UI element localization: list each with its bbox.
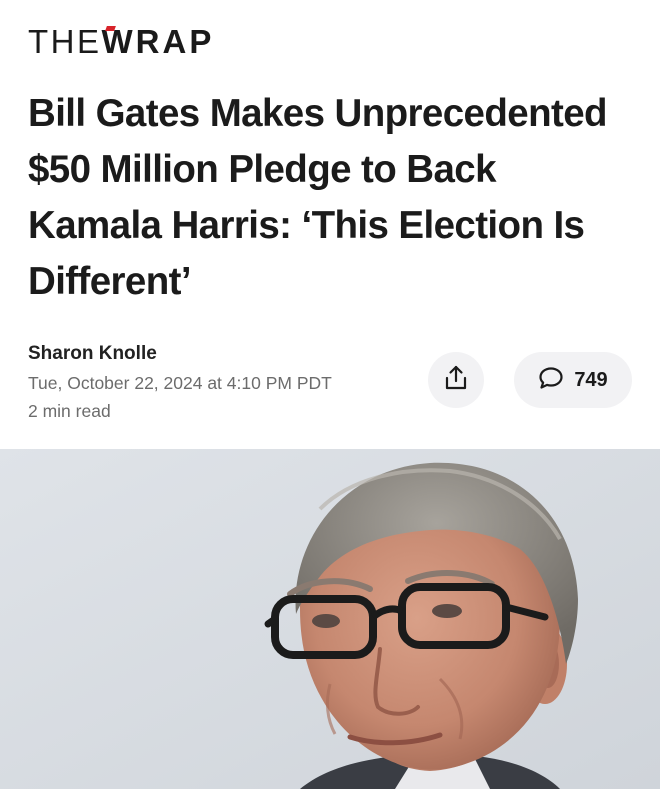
logo-wrap: WRAP <box>102 23 215 61</box>
article-hero-photo <box>0 449 660 789</box>
read-time: 2 min read <box>28 401 111 421</box>
publish-date: Tue, October 22, 2024 at 4:10 PM PDT <box>28 373 332 393</box>
logo-w: W <box>101 23 136 60</box>
logo-rap: RAP <box>135 23 215 60</box>
share-button[interactable] <box>428 352 484 408</box>
speech-bubble-icon <box>538 366 564 395</box>
author-name[interactable]: Sharon Knolle <box>28 342 332 366</box>
byline: Sharon Knolle Tue, October 22, 2024 at 4… <box>28 342 332 425</box>
comment-count: 749 <box>574 368 608 391</box>
article-headline: Bill Gates Makes Unprecedented $50 Milli… <box>28 92 608 303</box>
thewrap-logo[interactable]: THE WRAP <box>28 23 215 61</box>
logo-the: THE <box>28 23 102 60</box>
share-icon <box>444 365 468 396</box>
comments-button[interactable]: 749 <box>514 352 632 408</box>
